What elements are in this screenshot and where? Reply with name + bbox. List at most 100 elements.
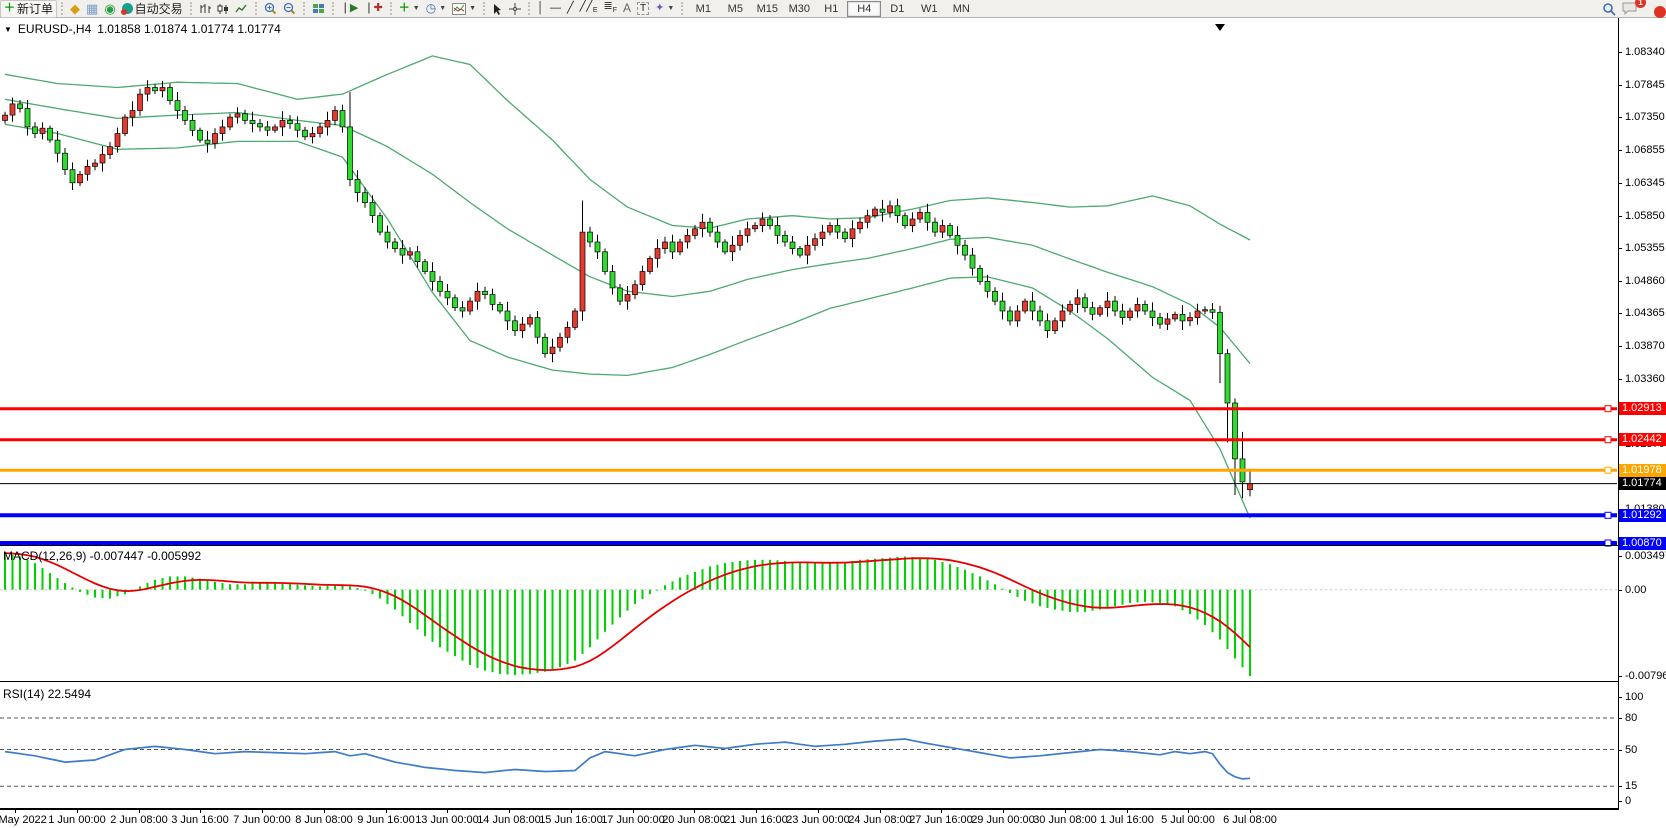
macd-histogram-bar [1017, 590, 1019, 597]
zoom-in-button[interactable] [261, 1, 280, 17]
template-button[interactable]: ▼ [449, 1, 479, 17]
toolbar-separator [390, 2, 392, 15]
cursor-button[interactable] [489, 1, 506, 17]
signals-button[interactable]: ◉ [101, 1, 118, 17]
time-label: 30 May 2022 [0, 814, 47, 826]
axis-tick [1618, 786, 1622, 787]
candle-body [190, 120, 195, 130]
macd-rsi-separator[interactable] [0, 681, 1618, 682]
candle-body [730, 245, 735, 252]
line-handle[interactable] [1605, 467, 1611, 473]
channel-button[interactable]: ╱╱E [577, 1, 601, 17]
candle-body [783, 235, 788, 242]
macd-histogram-bar [619, 590, 621, 618]
main-macd-separator[interactable] [0, 545, 1618, 546]
timeframe-m5-button[interactable]: M5 [719, 2, 751, 16]
timeframe-m1-button[interactable]: M1 [687, 2, 719, 16]
time-tick [1188, 810, 1189, 813]
rsi-scale-label: 50 [1625, 744, 1637, 756]
new-order-button[interactable]: ＋ 新订单 [0, 0, 57, 18]
candle-body [235, 114, 240, 117]
timeframe-w1-button[interactable]: W1 [913, 2, 945, 16]
auto-scroll-button[interactable]: ❘▶ [338, 1, 362, 17]
candle-body [340, 111, 345, 127]
market-watch-button[interactable]: ◆ [67, 1, 83, 17]
line-handle[interactable] [1605, 437, 1611, 443]
time-tick [571, 810, 572, 813]
trendline-button[interactable]: ╱ [564, 1, 577, 17]
timeframe-mn-button[interactable]: MN [945, 2, 977, 16]
axis-tick [1618, 183, 1622, 184]
toolbar-separator [681, 2, 683, 15]
candle-body [265, 127, 270, 130]
price-tick-label: 1.03360 [1625, 373, 1665, 385]
macd-histogram-bar [882, 558, 884, 590]
timeframe-d1-button[interactable]: D1 [881, 2, 913, 16]
candle-body [1113, 301, 1118, 311]
candle-body [850, 229, 855, 239]
candle-body [1135, 304, 1140, 311]
search-button[interactable] [1599, 1, 1619, 17]
macd-histogram-bar [702, 569, 704, 590]
macd-histogram-bar [874, 559, 876, 590]
time-label: 29 Jun 00:00 [971, 814, 1035, 826]
notifications-button[interactable]: 1 [1619, 1, 1640, 17]
vertical-line-button[interactable]: │ [534, 1, 547, 17]
macd-histogram-bar [1219, 590, 1221, 640]
price-axis[interactable]: 1.083401.078451.073501.068551.063451.058… [1618, 18, 1666, 810]
candle-body [1120, 311, 1125, 318]
line-price-label: 1.01292 [1619, 509, 1666, 522]
candle-body [160, 88, 165, 91]
tile-windows-button[interactable] [309, 1, 328, 17]
macd-histogram-bar [1212, 590, 1214, 633]
chart-shift-marker-icon[interactable] [1215, 24, 1225, 31]
line-handle[interactable] [1605, 406, 1611, 412]
macd-histogram-bar [177, 576, 179, 589]
chart-shift-button[interactable]: ❘✚ [361, 1, 385, 17]
time-axis[interactable]: 30 May 20221 Jun 00:002 Jun 08:003 Jun 1… [0, 810, 1618, 828]
candle-body [535, 318, 540, 338]
shapes-button[interactable]: ✦▼ [652, 1, 677, 17]
candle-body [655, 249, 660, 259]
data-window-button[interactable]: ▦ [83, 1, 101, 17]
macd-histogram-bar [829, 563, 831, 590]
axis-tick [1618, 379, 1622, 380]
timeframe-h4-button[interactable]: H4 [847, 1, 881, 17]
macd-histogram-bar [747, 560, 749, 589]
timeframe-m15-button[interactable]: M15 [751, 2, 783, 16]
timeframe-h1-button[interactable]: H1 [815, 2, 847, 16]
candle-body [573, 311, 578, 327]
chart-menu-arrow-icon[interactable]: ▼ [4, 25, 12, 34]
timeframe-m30-button[interactable]: M30 [783, 2, 815, 16]
chart-bars-button[interactable] [196, 1, 214, 17]
line-handle[interactable] [1605, 512, 1611, 518]
axis-tick [1618, 216, 1622, 217]
candle-body [183, 111, 188, 121]
crosshair-button[interactable] [506, 1, 524, 17]
axis-tick [1618, 85, 1622, 86]
auto-trading-button[interactable]: 自动交易 [119, 1, 186, 17]
candle-body [153, 88, 158, 91]
macd-histogram-bar [964, 570, 966, 590]
chart-candles-button[interactable] [214, 1, 232, 17]
candle-body [1150, 311, 1155, 318]
text-button[interactable]: A [620, 1, 634, 17]
macd-histogram-bar [597, 590, 599, 640]
period-menu-button[interactable]: ◷▼ [423, 1, 449, 17]
edge-notification-icon[interactable] [1654, 6, 1666, 18]
macd-histogram-bar [919, 558, 921, 590]
candle-body [475, 291, 480, 301]
macd-histogram-bar [897, 557, 899, 590]
candle-body [378, 216, 383, 232]
candle-body [408, 252, 413, 255]
fibonacci-button[interactable]: ≣F [601, 1, 621, 17]
add-indicator-button[interactable]: ＋▼ [396, 1, 423, 17]
text-label-icon: T [637, 2, 649, 15]
macd-histogram-bar [979, 576, 981, 589]
chart-canvas[interactable] [0, 0, 1618, 828]
text-label-button[interactable]: T [634, 1, 652, 17]
horizontal-line-button[interactable]: — [547, 1, 564, 17]
chart-line-button[interactable] [232, 1, 251, 17]
zoom-out-button[interactable] [280, 1, 299, 17]
candle-body [115, 134, 120, 147]
